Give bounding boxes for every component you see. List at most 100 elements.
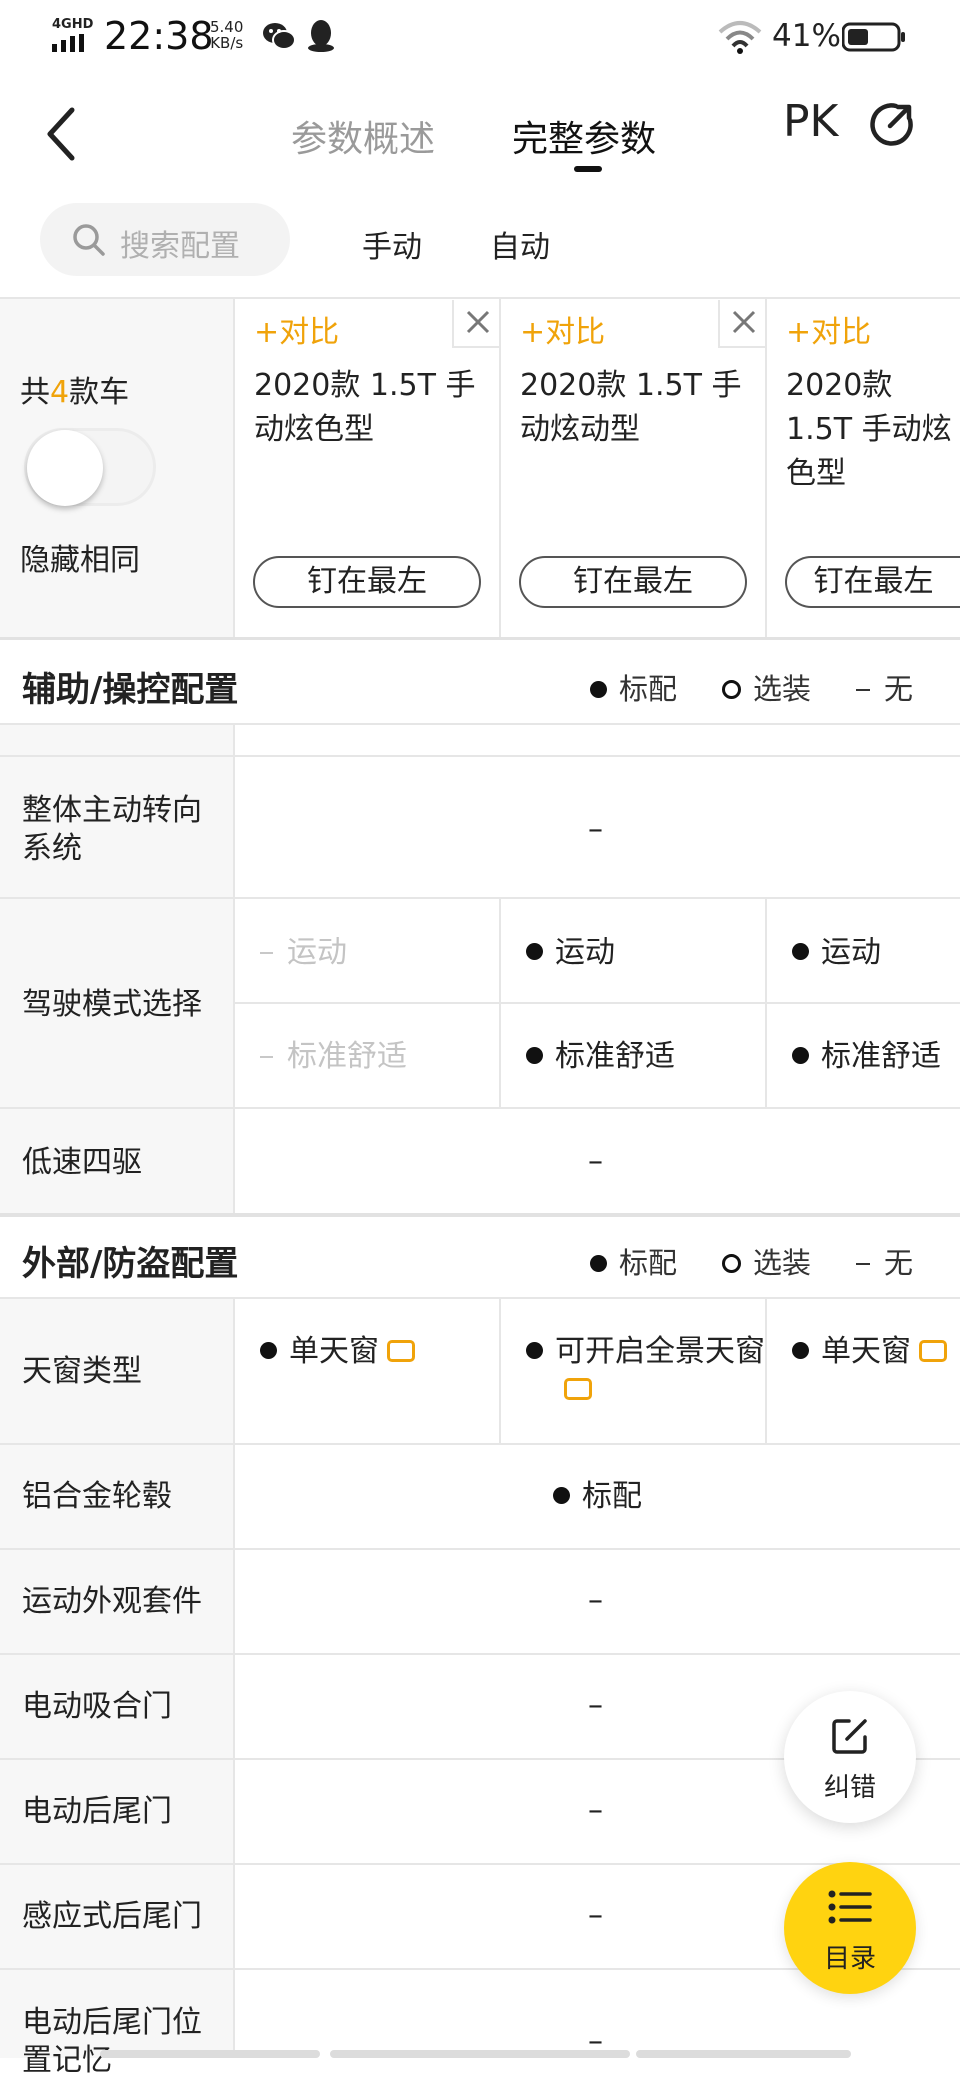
car-count-suffix: 款车	[69, 375, 130, 410]
remove-model-button[interactable]	[718, 300, 766, 348]
legend-optional: 选装	[722, 1240, 811, 1282]
divider	[233, 725, 235, 755]
legend-optional: 选装	[722, 666, 811, 708]
share-icon[interactable]	[870, 102, 914, 146]
row-value: –	[588, 812, 603, 847]
row-value: 标配	[553, 1478, 642, 1516]
legend-none: 无	[856, 1240, 913, 1282]
search-input[interactable]: 搜索配置	[40, 203, 290, 276]
hide-same-toggle[interactable]	[24, 428, 156, 506]
option-text: 运动	[821, 935, 881, 970]
pin-left-button[interactable]: 钉在最左	[785, 556, 960, 608]
remove-model-button[interactable]	[452, 300, 500, 348]
option-text: 标准舒适	[555, 1039, 675, 1074]
row-label: 感应式后尾门	[22, 1899, 202, 1934]
standard-dot-icon	[260, 1342, 277, 1359]
standard-dot-icon	[792, 943, 809, 960]
horizontal-scrollbar[interactable]	[330, 2050, 630, 2058]
hide-same-label: 隐藏相同	[20, 543, 140, 578]
option-text: 单天窗	[289, 1334, 379, 1369]
option-text: 可开启全景天窗	[555, 1334, 765, 1369]
back-icon[interactable]	[40, 106, 80, 162]
image-icon[interactable]	[919, 1339, 947, 1362]
option-text: 标配	[582, 1479, 642, 1514]
divider	[233, 1445, 235, 1548]
row-label: 铝合金轮毂	[22, 1479, 172, 1514]
option-cell: 标准舒适	[260, 1038, 407, 1076]
correction-button[interactable]: 纠错	[784, 1691, 916, 1823]
divider	[499, 1299, 501, 1443]
toggle-knob	[27, 430, 103, 506]
row-label: 整体主动转向系统	[22, 793, 202, 866]
clock: 22:38	[104, 14, 214, 58]
none-dash-icon	[260, 1055, 273, 1058]
optional-ring-icon	[722, 1253, 741, 1273]
status-bar: 4GHD 22:38 5.40 KB/s 41%	[0, 0, 960, 76]
battery-percent: 41%	[772, 18, 841, 54]
standard-dot-icon	[526, 1047, 543, 1064]
row-value: –	[588, 1688, 603, 1723]
add-compare-button[interactable]: +对比	[254, 307, 339, 351]
legend-none: 无	[856, 666, 913, 708]
option-cell: 可开启全景天窗	[526, 1333, 786, 1409]
row-label: 电动后尾门位置记忆	[22, 2005, 202, 2078]
none-dash-icon	[856, 689, 870, 691]
list-icon	[828, 1890, 872, 1924]
filter-auto[interactable]: 自动	[490, 222, 550, 266]
divider	[233, 1299, 235, 1443]
legend-standard-label: 标配	[619, 672, 678, 706]
car-count-number: 4	[50, 375, 70, 410]
model-name: 2020款 1.5T 手动炫色型	[786, 368, 952, 491]
row-label: 驾驶模式选择	[22, 987, 202, 1022]
speed-unit: KB/s	[210, 34, 244, 52]
tab-full-params[interactable]: 完整参数	[512, 110, 656, 162]
toc-button[interactable]: 目录	[784, 1862, 916, 1994]
pin-left-button[interactable]: 钉在最左	[519, 556, 747, 608]
option-text: 运动	[555, 935, 615, 970]
signal-icon	[52, 34, 84, 52]
section-title: 辅助/操控配置	[22, 670, 239, 710]
add-compare-button[interactable]: +对比	[786, 307, 871, 351]
row-value: –	[588, 1793, 603, 1828]
standard-dot-icon	[792, 1047, 809, 1064]
legend-standard: 标配	[590, 666, 677, 708]
divider	[0, 637, 960, 640]
horizontal-scrollbar[interactable]	[100, 2050, 320, 2058]
filter-manual[interactable]: 手动	[362, 222, 422, 266]
horizontal-scrollbar[interactable]	[636, 2050, 851, 2058]
standard-dot-icon	[590, 680, 607, 698]
option-cell: 运动	[526, 934, 615, 972]
option-text: 标准舒适	[821, 1039, 941, 1074]
pk-button[interactable]: PK	[783, 96, 838, 147]
legend-standard: 标配	[590, 1240, 677, 1282]
image-icon[interactable]	[564, 1377, 592, 1400]
standard-dot-icon	[553, 1487, 570, 1504]
standard-dot-icon	[590, 1254, 607, 1272]
legend-none-label: 无	[884, 672, 914, 706]
divider	[499, 299, 501, 637]
toc-label: 目录	[823, 1944, 876, 1974]
spacer-label-cell	[0, 725, 233, 755]
row-label: 运动外观套件	[22, 1584, 202, 1619]
none-dash-icon	[856, 1263, 870, 1265]
divider	[233, 1109, 235, 1213]
divider	[233, 1865, 235, 1968]
tab-overview[interactable]: 参数概述	[291, 110, 435, 162]
row-label: 电动后尾门	[22, 1794, 172, 1829]
none-dash-icon	[260, 951, 273, 954]
pin-left-button[interactable]: 钉在最左	[253, 556, 481, 608]
section-title: 外部/防盗配置	[22, 1244, 239, 1284]
wechat-icon	[263, 23, 296, 50]
close-icon	[732, 310, 756, 334]
divider	[233, 1760, 235, 1863]
option-cell: 运动	[260, 934, 347, 972]
divider	[233, 1970, 235, 2058]
standard-dot-icon	[792, 1342, 809, 1359]
image-icon[interactable]	[387, 1339, 415, 1362]
add-compare-button[interactable]: +对比	[520, 307, 605, 351]
divider	[235, 1002, 960, 1004]
correction-label: 纠错	[823, 1773, 876, 1803]
active-tab-indicator	[574, 166, 602, 172]
legend-standard-label: 标配	[619, 1246, 678, 1280]
battery-icon	[842, 22, 905, 52]
